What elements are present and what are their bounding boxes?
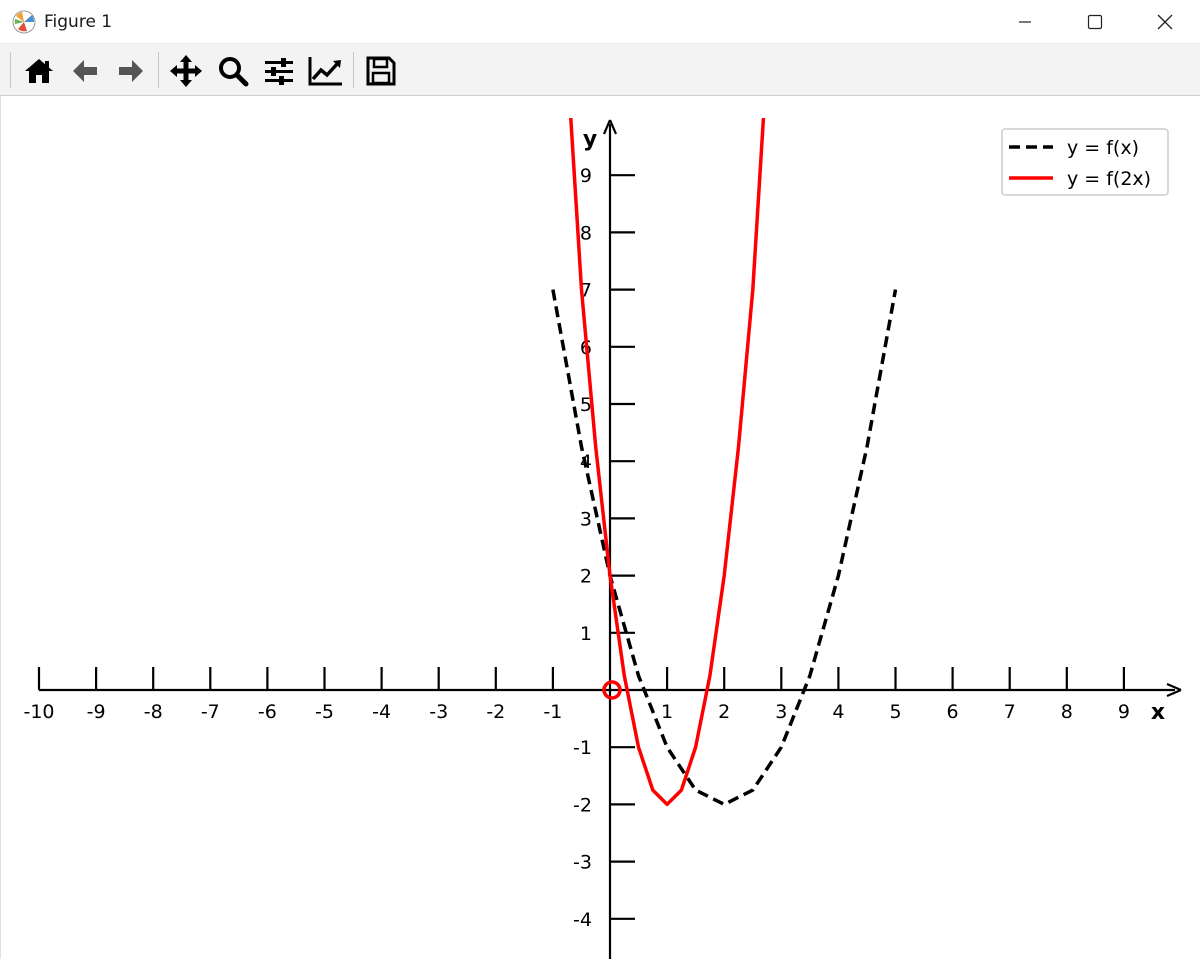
- close-button[interactable]: [1130, 0, 1200, 44]
- x-axis-label: x: [1151, 700, 1165, 725]
- minimize-icon: [1019, 21, 1031, 23]
- x-tick-label: 1: [661, 701, 673, 723]
- toolbar-separator: [158, 52, 159, 88]
- home-button[interactable]: [21, 53, 57, 89]
- arrow-left-icon: [73, 60, 97, 82]
- x-tick-label: -3: [429, 701, 448, 723]
- x-tick-label: -10: [23, 701, 54, 723]
- pan-button[interactable]: [168, 53, 204, 89]
- chart-svg: -10 -9 -8 -7 -6 -5 -4 -3 -2 -1 1 2 3 4 5 6 7 8 9 -4 -3 -2 -1 1 2…: [23, 118, 1182, 959]
- x-tick-label: 4: [832, 701, 844, 723]
- x-tick-label: -1: [543, 701, 562, 723]
- series-line-f-2x: [569, 118, 766, 807]
- axes: -10 -9 -8 -7 -6 -5 -4 -3 -2 -1 1 2 3 4 5 6 7 8 9 -4 -3 -2 -1 1 2…: [23, 119, 1182, 959]
- window-title: Figure 1: [44, 12, 113, 32]
- maximize-icon: [1087, 14, 1103, 30]
- x-tick-label: 7: [1004, 701, 1016, 723]
- y-axis-label: y: [583, 127, 597, 152]
- minimize-button[interactable]: [990, 0, 1060, 44]
- y-tick-label: 9: [580, 165, 592, 187]
- y-tick-label: -2: [573, 794, 592, 816]
- y-tick-label: 2: [580, 566, 592, 588]
- x-tick-label: -9: [87, 701, 106, 723]
- x-tick-label: 6: [947, 701, 959, 723]
- y-tick-label: -4: [573, 909, 592, 931]
- magnifier-icon: [219, 57, 249, 87]
- series-layer: [551, 118, 898, 807]
- y-tick-label: -3: [573, 852, 592, 874]
- figure-canvas[interactable]: -10 -9 -8 -7 -6 -5 -4 -3 -2 -1 1 2 3 4 5 6 7 8 9 -4 -3 -2 -1 1 2…: [0, 96, 1200, 959]
- x-tick-label: -2: [486, 701, 505, 723]
- home-icon: [25, 59, 53, 83]
- y-tick-label: 8: [580, 222, 592, 244]
- maximize-button[interactable]: [1060, 0, 1130, 44]
- navigation-toolbar: [0, 44, 1200, 96]
- close-icon: [1157, 14, 1173, 30]
- x-tick-label: 3: [775, 701, 787, 723]
- sliders-icon: [265, 58, 293, 85]
- edit-axis-button[interactable]: [308, 53, 344, 89]
- back-button[interactable]: [67, 53, 103, 89]
- x-tick-label: -8: [144, 701, 163, 723]
- arrow-right-icon: [119, 60, 143, 82]
- zoom-button[interactable]: [215, 53, 251, 89]
- y-tick-label: -1: [573, 737, 592, 759]
- toolbar-separator: [10, 52, 11, 88]
- x-tick-label: 5: [889, 701, 901, 723]
- x-tick-label: 9: [1118, 701, 1130, 723]
- x-tick-label: -5: [315, 701, 334, 723]
- toolbar-separator: [353, 52, 354, 88]
- matplotlib-logo-icon: [12, 10, 36, 34]
- series-line-f-x: [551, 289, 898, 807]
- legend: y = f(x) y = f(2x): [1001, 128, 1169, 196]
- configure-subplots-button[interactable]: [261, 53, 297, 89]
- y-tick-label: 3: [580, 508, 592, 530]
- legend-label-f-x: y = f(x): [1067, 137, 1139, 159]
- x-tick-label: -4: [372, 701, 391, 723]
- save-button[interactable]: [363, 53, 399, 89]
- forward-button[interactable]: [113, 53, 149, 89]
- line-chart-icon: [308, 57, 342, 86]
- x-tick-label: 2: [718, 701, 730, 723]
- x-tick-label: -7: [201, 701, 220, 723]
- floppy-disk-icon: [366, 56, 396, 86]
- x-tick-label: 8: [1061, 701, 1073, 723]
- move-arrows-icon: [170, 55, 202, 87]
- y-tick-label: 1: [580, 623, 592, 645]
- title-bar: Figure 1: [0, 0, 1200, 44]
- x-tick-label: -6: [258, 701, 277, 723]
- legend-label-f-2x: y = f(2x): [1067, 168, 1151, 190]
